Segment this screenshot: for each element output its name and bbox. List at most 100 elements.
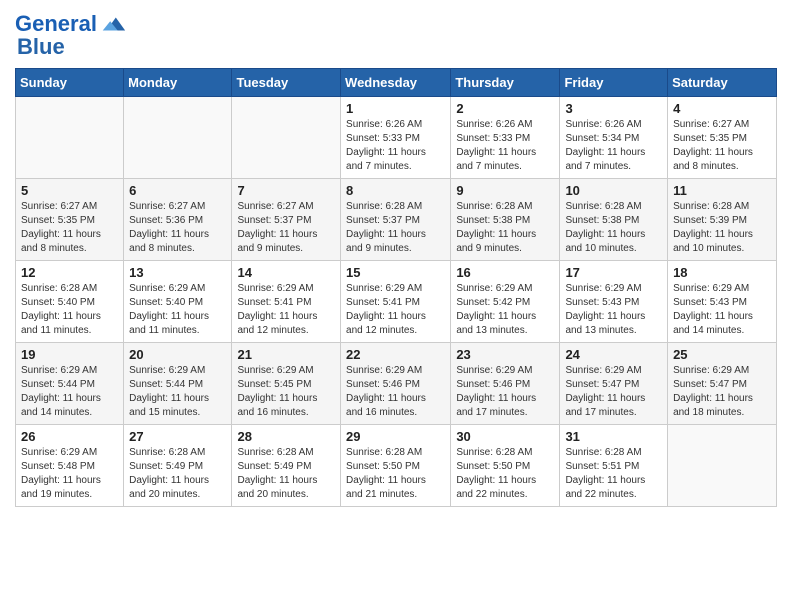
calendar-week-3: 12 Sunrise: 6:28 AMSunset: 5:40 PMDayligh… (16, 261, 777, 343)
day-detail: Sunrise: 6:29 AMSunset: 5:48 PMDaylight:… (21, 446, 118, 502)
calendar-cell: 9 Sunrise: 6:28 AMSunset: 5:38 PMDaylight… (451, 179, 560, 261)
day-detail: Sunrise: 6:29 AMSunset: 5:43 PMDaylight:… (565, 282, 662, 338)
day-detail: Sunrise: 6:28 AMSunset: 5:39 PMDaylight:… (673, 200, 771, 256)
day-detail: Sunrise: 6:28 AMSunset: 5:50 PMDaylight:… (346, 446, 445, 502)
day-detail: Sunrise: 6:27 AMSunset: 5:35 PMDaylight:… (21, 200, 118, 256)
day-detail: Sunrise: 6:29 AMSunset: 5:43 PMDaylight:… (673, 282, 771, 338)
weekday-header-thursday: Thursday (451, 69, 560, 97)
calendar-cell (668, 425, 777, 507)
calendar-cell: 16 Sunrise: 6:29 AMSunset: 5:42 PMDayligh… (451, 261, 560, 343)
day-number: 26 (21, 429, 118, 444)
calendar-cell: 23 Sunrise: 6:29 AMSunset: 5:46 PMDayligh… (451, 343, 560, 425)
calendar-cell: 22 Sunrise: 6:29 AMSunset: 5:46 PMDayligh… (341, 343, 451, 425)
day-number: 7 (237, 183, 335, 198)
day-number: 14 (237, 265, 335, 280)
day-detail: Sunrise: 6:28 AMSunset: 5:38 PMDaylight:… (565, 200, 662, 256)
day-detail: Sunrise: 6:28 AMSunset: 5:51 PMDaylight:… (565, 446, 662, 502)
day-detail: Sunrise: 6:27 AMSunset: 5:35 PMDaylight:… (673, 118, 771, 174)
calendar-cell: 12 Sunrise: 6:28 AMSunset: 5:40 PMDayligh… (16, 261, 124, 343)
calendar-cell: 10 Sunrise: 6:28 AMSunset: 5:38 PMDayligh… (560, 179, 668, 261)
calendar-cell: 7Sunrise: 6:27 AMSunset: 5:37 PMDaylight… (232, 179, 341, 261)
day-number: 24 (565, 347, 662, 362)
day-number: 29 (346, 429, 445, 444)
calendar-cell: 2Sunrise: 6:26 AMSunset: 5:33 PMDaylight… (451, 97, 560, 179)
day-detail: Sunrise: 6:26 AMSunset: 5:33 PMDaylight:… (346, 118, 445, 174)
weekday-header-tuesday: Tuesday (232, 69, 341, 97)
day-detail: Sunrise: 6:28 AMSunset: 5:40 PMDaylight:… (21, 282, 118, 338)
day-detail: Sunrise: 6:28 AMSunset: 5:37 PMDaylight:… (346, 200, 445, 256)
day-number: 12 (21, 265, 118, 280)
calendar-week-5: 26 Sunrise: 6:29 AMSunset: 5:48 PMDayligh… (16, 425, 777, 507)
day-detail: Sunrise: 6:29 AMSunset: 5:47 PMDaylight:… (565, 364, 662, 420)
day-detail: Sunrise: 6:29 AMSunset: 5:40 PMDaylight:… (129, 282, 226, 338)
day-detail: Sunrise: 6:28 AMSunset: 5:49 PMDaylight:… (129, 446, 226, 502)
weekday-header-monday: Monday (124, 69, 232, 97)
logo: General Blue (15, 10, 127, 60)
day-detail: Sunrise: 6:29 AMSunset: 5:46 PMDaylight:… (346, 364, 445, 420)
calendar-cell: 8Sunrise: 6:28 AMSunset: 5:37 PMDaylight… (341, 179, 451, 261)
calendar-cell: 20 Sunrise: 6:29 AMSunset: 5:44 PMDayligh… (124, 343, 232, 425)
calendar-cell: 14 Sunrise: 6:29 AMSunset: 5:41 PMDayligh… (232, 261, 341, 343)
day-number: 11 (673, 183, 771, 198)
day-number: 5 (21, 183, 118, 198)
day-number: 25 (673, 347, 771, 362)
calendar-cell: 29 Sunrise: 6:28 AMSunset: 5:50 PMDayligh… (341, 425, 451, 507)
weekday-header-saturday: Saturday (668, 69, 777, 97)
day-number: 22 (346, 347, 445, 362)
day-detail: Sunrise: 6:28 AMSunset: 5:38 PMDaylight:… (456, 200, 554, 256)
calendar-week-4: 19 Sunrise: 6:29 AMSunset: 5:44 PMDayligh… (16, 343, 777, 425)
calendar-cell: 4 Sunrise: 6:27 AMSunset: 5:35 PMDaylight… (668, 97, 777, 179)
day-number: 13 (129, 265, 226, 280)
calendar-cell: 6Sunrise: 6:27 AMSunset: 5:36 PMDaylight… (124, 179, 232, 261)
day-number: 10 (565, 183, 662, 198)
day-number: 28 (237, 429, 335, 444)
calendar-week-1: 1 Sunrise: 6:26 AMSunset: 5:33 PMDaylight… (16, 97, 777, 179)
calendar-cell: 3Sunrise: 6:26 AMSunset: 5:34 PMDaylight… (560, 97, 668, 179)
calendar-table: SundayMondayTuesdayWednesdayThursdayFrid… (15, 68, 777, 507)
day-number: 31 (565, 429, 662, 444)
day-number: 16 (456, 265, 554, 280)
day-detail: Sunrise: 6:29 AMSunset: 5:44 PMDaylight:… (21, 364, 118, 420)
day-number: 9 (456, 183, 554, 198)
header: General Blue (15, 10, 777, 60)
day-number: 2 (456, 101, 554, 116)
day-number: 3 (565, 101, 662, 116)
day-detail: Sunrise: 6:29 AMSunset: 5:41 PMDaylight:… (237, 282, 335, 338)
weekday-header-friday: Friday (560, 69, 668, 97)
calendar-cell (16, 97, 124, 179)
weekday-header-sunday: Sunday (16, 69, 124, 97)
logo-text: General (15, 12, 97, 36)
calendar-cell: 31 Sunrise: 6:28 AMSunset: 5:51 PMDayligh… (560, 425, 668, 507)
day-number: 20 (129, 347, 226, 362)
day-number: 21 (237, 347, 335, 362)
calendar-cell: 17 Sunrise: 6:29 AMSunset: 5:43 PMDayligh… (560, 261, 668, 343)
day-detail: Sunrise: 6:29 AMSunset: 5:46 PMDaylight:… (456, 364, 554, 420)
day-number: 17 (565, 265, 662, 280)
weekday-header-wednesday: Wednesday (341, 69, 451, 97)
calendar-cell: 24 Sunrise: 6:29 AMSunset: 5:47 PMDayligh… (560, 343, 668, 425)
day-number: 30 (456, 429, 554, 444)
calendar-cell: 28 Sunrise: 6:28 AMSunset: 5:49 PMDayligh… (232, 425, 341, 507)
calendar-cell (232, 97, 341, 179)
calendar-cell: 15 Sunrise: 6:29 AMSunset: 5:41 PMDayligh… (341, 261, 451, 343)
day-number: 27 (129, 429, 226, 444)
logo-icon (99, 10, 127, 38)
day-number: 1 (346, 101, 445, 116)
day-detail: Sunrise: 6:29 AMSunset: 5:41 PMDaylight:… (346, 282, 445, 338)
day-number: 23 (456, 347, 554, 362)
page: General Blue SundayMondayTuesdayWednesda… (0, 0, 792, 522)
calendar-cell: 21 Sunrise: 6:29 AMSunset: 5:45 PMDayligh… (232, 343, 341, 425)
calendar-cell: 30Sunrise: 6:28 AMSunset: 5:50 PMDayligh… (451, 425, 560, 507)
day-number: 4 (673, 101, 771, 116)
calendar-cell: 5 Sunrise: 6:27 AMSunset: 5:35 PMDaylight… (16, 179, 124, 261)
day-number: 19 (21, 347, 118, 362)
calendar-cell: 18 Sunrise: 6:29 AMSunset: 5:43 PMDayligh… (668, 261, 777, 343)
day-number: 6 (129, 183, 226, 198)
day-detail: Sunrise: 6:29 AMSunset: 5:42 PMDaylight:… (456, 282, 554, 338)
day-detail: Sunrise: 6:29 AMSunset: 5:45 PMDaylight:… (237, 364, 335, 420)
day-number: 15 (346, 265, 445, 280)
calendar-cell: 26 Sunrise: 6:29 AMSunset: 5:48 PMDayligh… (16, 425, 124, 507)
day-detail: Sunrise: 6:29 AMSunset: 5:44 PMDaylight:… (129, 364, 226, 420)
day-number: 18 (673, 265, 771, 280)
day-detail: Sunrise: 6:28 AMSunset: 5:49 PMDaylight:… (237, 446, 335, 502)
